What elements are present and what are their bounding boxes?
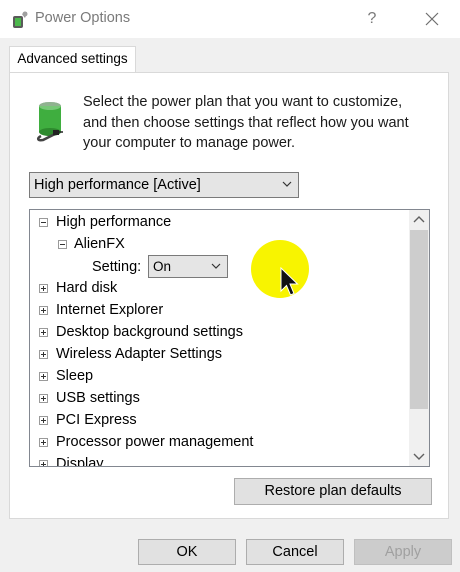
scroll-up-button[interactable] — [409, 210, 429, 230]
close-button[interactable] — [418, 6, 446, 32]
window-border-left — [0, 72, 9, 519]
tree-item-label: AlienFX — [74, 236, 125, 252]
expand-icon[interactable] — [39, 460, 48, 466]
chevron-down-icon — [282, 181, 292, 187]
apply-button[interactable]: Apply — [354, 539, 452, 565]
scroll-down-button[interactable] — [409, 446, 429, 466]
tree-item-label: Processor power management — [56, 434, 254, 450]
tree-item-usb-settings[interactable]: USB settings — [30, 387, 408, 409]
tree-item-label: PCI Express — [56, 412, 137, 428]
restore-plan-defaults-button[interactable]: Restore plan defaults — [234, 478, 432, 505]
plan-select-value: High performance [Active] — [34, 177, 201, 193]
tree-item-label: Internet Explorer — [56, 302, 164, 318]
tree-item-high-performance[interactable]: High performance — [30, 211, 408, 233]
cancel-button[interactable]: Cancel — [246, 539, 344, 565]
expand-icon[interactable] — [39, 284, 48, 293]
tree-item-internet-explorer[interactable]: Internet Explorer — [30, 299, 408, 321]
plan-description: Select the power plan that you want to c… — [83, 94, 409, 151]
tree-item-label: Wireless Adapter Settings — [56, 346, 223, 362]
tree-item-processor-power[interactable]: Processor power management — [30, 431, 408, 453]
collapse-icon[interactable] — [39, 218, 48, 227]
battery-plug-icon — [37, 102, 63, 142]
expand-icon[interactable] — [39, 438, 48, 447]
scroll-thumb[interactable] — [410, 230, 428, 409]
tree-item-label: Hard disk — [56, 280, 118, 296]
tree-scrollbar[interactable] — [409, 210, 429, 466]
chevron-down-icon — [211, 263, 221, 269]
tree-item-sleep[interactable]: Sleep — [30, 365, 408, 387]
tree-item-hard-disk[interactable]: Hard disk — [30, 277, 408, 299]
tree-item-label: Sleep — [56, 368, 94, 384]
tab-advanced-settings[interactable]: Advanced settings — [9, 46, 136, 73]
setting-label: Setting: — [92, 259, 142, 275]
expand-icon[interactable] — [39, 394, 48, 403]
expand-icon[interactable] — [39, 416, 48, 425]
help-button[interactable]: ? — [358, 6, 386, 32]
collapse-icon[interactable] — [58, 240, 67, 249]
plan-select[interactable]: High performance [Active] — [29, 172, 299, 198]
mouse-pointer-icon — [280, 267, 299, 296]
setting-select-value: On — [153, 259, 172, 274]
window-border-right — [449, 72, 460, 519]
tree-item-wireless-adapter[interactable]: Wireless Adapter Settings — [30, 343, 408, 365]
setting-select[interactable]: On — [148, 255, 228, 278]
scroll-up-icon — [413, 216, 425, 223]
scroll-down-icon — [413, 453, 425, 460]
title-bar: Power Options ? — [0, 0, 460, 38]
expand-icon[interactable] — [39, 372, 48, 381]
ok-button[interactable]: OK — [138, 539, 236, 565]
power-options-icon — [13, 11, 28, 28]
expand-icon[interactable] — [39, 306, 48, 315]
tree-item-label: High performance — [56, 214, 172, 230]
expand-icon[interactable] — [39, 328, 48, 337]
tree-item-desktop-background[interactable]: Desktop background settings — [30, 321, 408, 343]
settings-tree[interactable]: High performance AlienFX Setting: On Har… — [29, 209, 430, 467]
expand-icon[interactable] — [39, 350, 48, 359]
tree-item-pci-express[interactable]: PCI Express — [30, 409, 408, 431]
tree-item-label: Display — [56, 456, 104, 467]
tree-item-alienfx[interactable]: AlienFX — [30, 233, 408, 255]
tree-item-label: USB settings — [56, 390, 140, 406]
tree-item-display[interactable]: Display — [30, 453, 408, 467]
window-title: Power Options — [35, 10, 131, 26]
tree-item-label: Desktop background settings — [56, 324, 243, 340]
close-icon — [425, 12, 439, 26]
